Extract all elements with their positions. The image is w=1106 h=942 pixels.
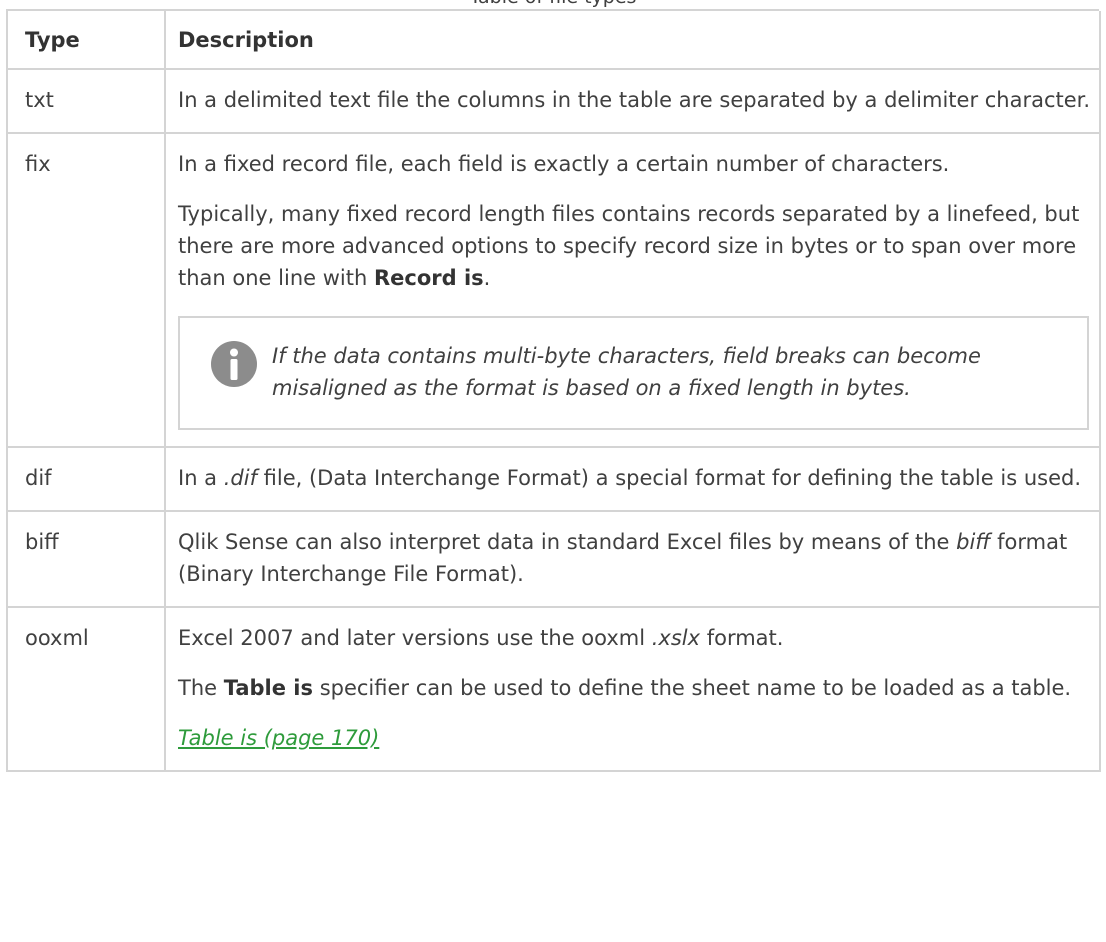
info-circle-icon	[211, 341, 257, 387]
ooxml-text-before: Excel 2007 and later versions use the oo…	[178, 626, 652, 650]
dif-description: In a .dif file, (Data Interchange Format…	[178, 462, 1091, 494]
table-row-ooxml: ooxml Excel 2007 and later versions use …	[6, 607, 1101, 772]
table-caption: Table of file types	[0, 0, 1106, 8]
ooxml-text-after: format.	[700, 626, 784, 650]
cell-type-txt: txt	[6, 69, 166, 134]
note-box: If the data contains multi-byte characte…	[178, 316, 1089, 430]
ooxml-p2-after: specifier can be used to define the shee…	[313, 676, 1072, 700]
txt-description: In a delimited text file the columns in …	[178, 88, 1091, 112]
fix-text-after: .	[483, 266, 491, 290]
biff-description: Qlik Sense can also interpret data in st…	[178, 526, 1091, 590]
biff-text-before: Qlik Sense can also interpret data in st…	[178, 530, 957, 554]
cell-type-fix: fix	[6, 133, 166, 448]
cell-description-dif: In a .dif file, (Data Interchange Format…	[164, 447, 1101, 512]
table-is-keyword: Table is	[223, 676, 314, 700]
cell-type-biff: biff	[6, 511, 166, 608]
ooxml-description-2: The Table is specifier can be used to de…	[178, 672, 1091, 704]
header-description: Description	[164, 11, 1101, 70]
fix-description-2: Typically, many fixed record length file…	[178, 198, 1091, 294]
ooxml-description-1: Excel 2007 and later versions use the oo…	[178, 622, 1091, 654]
dif-extension: .dif	[223, 466, 257, 490]
ooxml-p2-before: The	[178, 676, 224, 700]
cell-type-dif: dif	[6, 447, 166, 512]
ooxml-link-paragraph: Table is (page 170)	[178, 722, 1091, 754]
fix-description-1: In a fixed record file, each field is ex…	[178, 152, 950, 176]
table-row-biff: biff Qlik Sense can also interpret data …	[6, 511, 1101, 608]
cell-type-ooxml: ooxml	[6, 607, 166, 772]
header-type: Type	[6, 11, 166, 70]
dif-text-after: file, (Data Interchange Format) a specia…	[256, 466, 1081, 490]
ooxml-extension: .xslx	[651, 626, 701, 650]
dif-text-before: In a	[178, 466, 224, 490]
table-row-fix: fix In a fixed record file, each field i…	[6, 133, 1101, 448]
cell-description-ooxml: Excel 2007 and later versions use the oo…	[164, 607, 1101, 772]
table-is-link[interactable]: Table is (page 170)	[178, 726, 379, 750]
fix-text-before: Typically, many fixed record length file…	[178, 202, 1080, 290]
record-is-keyword: Record is	[373, 266, 484, 290]
table-header-row: Type Description	[6, 11, 1101, 70]
file-types-table: Type Description txt In a delimited text…	[6, 11, 1101, 772]
cell-description-biff: Qlik Sense can also interpret data in st…	[164, 511, 1101, 608]
cell-description-txt: In a delimited text file the columns in …	[164, 69, 1101, 134]
note-text: If the data contains multi-byte characte…	[272, 344, 981, 400]
table-row-txt: txt In a delimited text file the columns…	[6, 69, 1101, 134]
biff-keyword: biff	[956, 530, 991, 554]
cell-description-fix: In a fixed record file, each field is ex…	[164, 133, 1101, 448]
table-row-dif: dif In a .dif file, (Data Interchange Fo…	[6, 447, 1101, 512]
